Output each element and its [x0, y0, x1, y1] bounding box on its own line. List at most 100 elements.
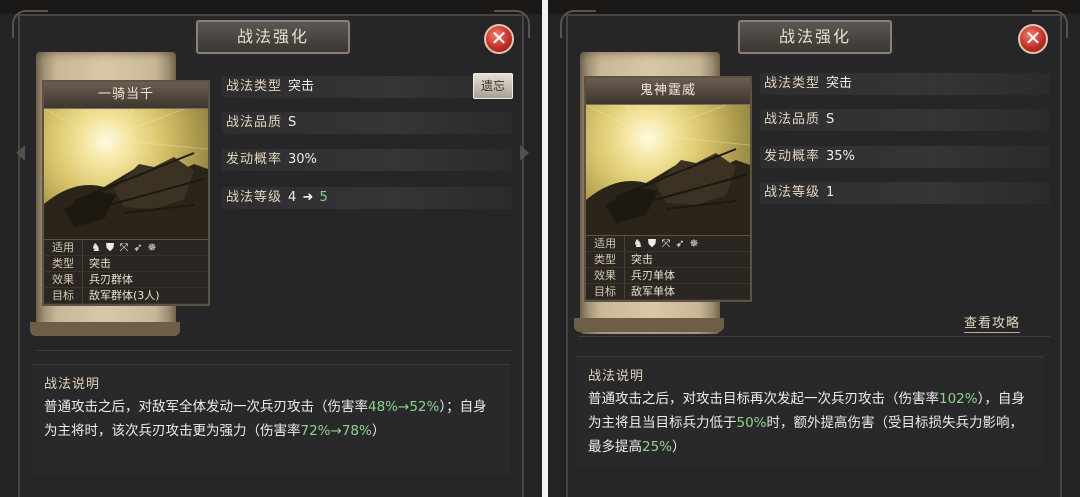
card-row-type: 类型 突击 — [44, 256, 208, 272]
skill-type-value: 突击 — [826, 76, 853, 91]
skill-card-table: 适用 ♞ ⛊ ⤧ ➶ ✵ 类型 突击 效果 兵刃群体 目标 敌军群体(3人) — [44, 239, 208, 304]
view-guide-link[interactable]: 查看攻略 — [964, 312, 1021, 333]
effect-value: 兵刃群体 — [89, 273, 133, 286]
description-text: 普通攻击之后，对攻击目标再次发起一次兵刃攻击（伤害率102%），自身为主将且当目… — [588, 387, 1032, 459]
forget-button[interactable]: 遗忘 — [473, 73, 513, 99]
bow-icon: ⤧ — [661, 237, 671, 250]
type-label: 类型 — [586, 252, 625, 267]
trigger-rate-label: 发动概率 — [764, 149, 821, 164]
level-from: 4 — [288, 190, 297, 205]
target-value: 敌军单体 — [631, 285, 675, 298]
section-divider — [578, 336, 1050, 337]
card-row-target: 目标 敌军群体(3人) — [44, 288, 208, 304]
description-title: 战法说明 — [588, 369, 645, 384]
level-arrow-icon: ➜ — [302, 190, 314, 205]
card-row-type: 类型 突击 — [586, 252, 750, 268]
skill-type-label: 战法类型 — [764, 76, 821, 91]
next-arrow-icon[interactable] — [520, 145, 529, 161]
wheel-icon: ✵ — [689, 237, 699, 250]
stat-skill-type: 战法类型 突击 — [222, 76, 512, 98]
card-row-effect: 效果 兵刃群体 — [44, 272, 208, 288]
stat-trigger-rate: 发动概率 30% — [222, 149, 512, 171]
stat-skill-quality: 战法品质 S — [760, 109, 1050, 131]
trigger-rate-value: 30% — [288, 152, 317, 167]
stat-trigger-rate: 发动概率 35% — [760, 146, 1050, 168]
skill-type-value: 突击 — [288, 79, 315, 94]
description-text: 普通攻击之后，对敌军全体发动一次兵刃攻击（伤害率48%→52%）；自身为主将时，… — [44, 395, 498, 443]
skill-name: 一骑当千 — [44, 82, 208, 109]
skill-type-label: 战法类型 — [226, 79, 283, 94]
skill-level-label: 战法等级 — [764, 185, 821, 200]
close-button[interactable]: ✕ — [484, 24, 514, 54]
skill-quality-value: S — [288, 115, 297, 130]
trigger-rate-value: 35% — [826, 149, 855, 164]
target-value: 敌军群体(3人) — [89, 289, 160, 302]
window-title: 战法强化 — [196, 20, 350, 54]
stat-skill-quality: 战法品质 S — [222, 112, 512, 134]
card-row-applies: 适用 ♞ ⛊ ⤧ ➶ ✵ — [44, 240, 208, 256]
desc-max-bonus: 25% — [642, 439, 673, 455]
shield-icon: ⛊ — [647, 237, 657, 250]
skill-quality-label: 战法品质 — [764, 112, 821, 127]
skill-quality-value: S — [826, 112, 835, 127]
trigger-rate-label: 发动概率 — [226, 152, 283, 167]
skill-card: 一骑当千 适用 ♞ ⛊ ⤧ ➶ ✵ 类型 突击 效果 兵刃群体 目标 敌军群体(… — [42, 80, 210, 306]
type-value: 突击 — [89, 257, 111, 270]
applies-label: 适用 — [586, 236, 625, 251]
desc-part: ） — [371, 423, 386, 439]
card-row-applies: 适用 ♞ ⛊ ⤧ ➶ ✵ — [586, 236, 750, 252]
desc-damage-rate: 102% — [939, 391, 978, 407]
description-title: 战法说明 — [44, 377, 101, 392]
level-to: 5 — [319, 190, 328, 205]
stat-skill-type: 战法类型 突击 — [760, 73, 1050, 95]
desc-damage-rate: 48%→52% — [368, 399, 440, 415]
spear-icon: ➶ — [675, 237, 685, 250]
troop-icons: ♞ ⛊ ⤧ ➶ ✵ — [83, 240, 159, 255]
type-value: 突击 — [631, 253, 653, 266]
top-strip — [548, 0, 1080, 14]
desc-part: ） — [672, 439, 686, 455]
description-box: 战法说明 普通攻击之后，对敌军全体发动一次兵刃攻击（伤害率48%→52%）；自身… — [32, 364, 510, 475]
skill-artwork — [44, 109, 208, 239]
cavalry-icon: ♞ — [91, 241, 101, 254]
bow-icon: ⤧ — [119, 241, 129, 254]
effect-label: 效果 — [44, 272, 83, 287]
type-label: 类型 — [44, 256, 83, 271]
desc-troop-threshold: 50% — [736, 415, 767, 431]
top-strip — [0, 0, 542, 14]
applies-label: 适用 — [44, 240, 83, 255]
troop-icons: ♞ ⛊ ⤧ ➶ ✵ — [625, 236, 701, 251]
wheel-icon: ✵ — [147, 241, 157, 254]
window-title: 战法强化 — [738, 20, 892, 54]
cavalry-charge-illustration — [44, 109, 208, 239]
right-skill-panel: 战法强化 ✕ 鬼神霆威 适用 ♞ ⛊ ⤧ ➶ ✵ 类型 突击 效果 兵刃单体 目… — [548, 0, 1080, 497]
cavalry-icon: ♞ — [633, 237, 643, 250]
desc-part: 普通攻击之后，对攻击目标再次发起一次兵刃攻击（伤害率 — [588, 391, 939, 407]
stat-skill-level: 战法等级 1 — [760, 182, 1050, 204]
spear-icon: ➶ — [133, 241, 143, 254]
skill-quality-label: 战法品质 — [226, 115, 283, 130]
cavalry-charge-illustration — [586, 105, 750, 235]
skill-card-table: 适用 ♞ ⛊ ⤧ ➶ ✵ 类型 突击 效果 兵刃单体 目标 敌军单体 — [586, 235, 750, 300]
close-button[interactable]: ✕ — [1018, 24, 1048, 54]
target-label: 目标 — [586, 284, 625, 299]
skill-level-value: 1 — [826, 185, 835, 200]
card-row-target: 目标 敌军单体 — [586, 284, 750, 300]
skill-artwork — [586, 105, 750, 235]
scroll-roller — [30, 322, 180, 336]
description-box: 战法说明 普通攻击之后，对攻击目标再次发起一次兵刃攻击（伤害率102%），自身为… — [576, 356, 1044, 467]
skill-name: 鬼神霆威 — [586, 78, 750, 105]
effect-label: 效果 — [586, 268, 625, 283]
skill-card: 鬼神霆威 适用 ♞ ⛊ ⤧ ➶ ✵ 类型 突击 效果 兵刃单体 目标 敌军单体 — [584, 76, 752, 302]
effect-value: 兵刃单体 — [631, 269, 675, 282]
skill-level-label: 战法等级 — [226, 190, 283, 205]
scroll-roller — [574, 318, 724, 332]
prev-arrow-icon[interactable] — [16, 145, 25, 161]
target-label: 目标 — [44, 288, 83, 303]
section-divider — [36, 350, 512, 351]
desc-damage-rate: 72%→78% — [300, 423, 372, 439]
left-skill-panel: 战法强化 ✕ 一骑当千 适用 ♞ ⛊ ⤧ ➶ ✵ 类型 突击 效果 兵刃群体 目… — [0, 0, 542, 497]
card-row-effect: 效果 兵刃单体 — [586, 268, 750, 284]
shield-icon: ⛊ — [105, 241, 115, 254]
stat-skill-level: 战法等级 4 ➜ 5 — [222, 187, 512, 209]
